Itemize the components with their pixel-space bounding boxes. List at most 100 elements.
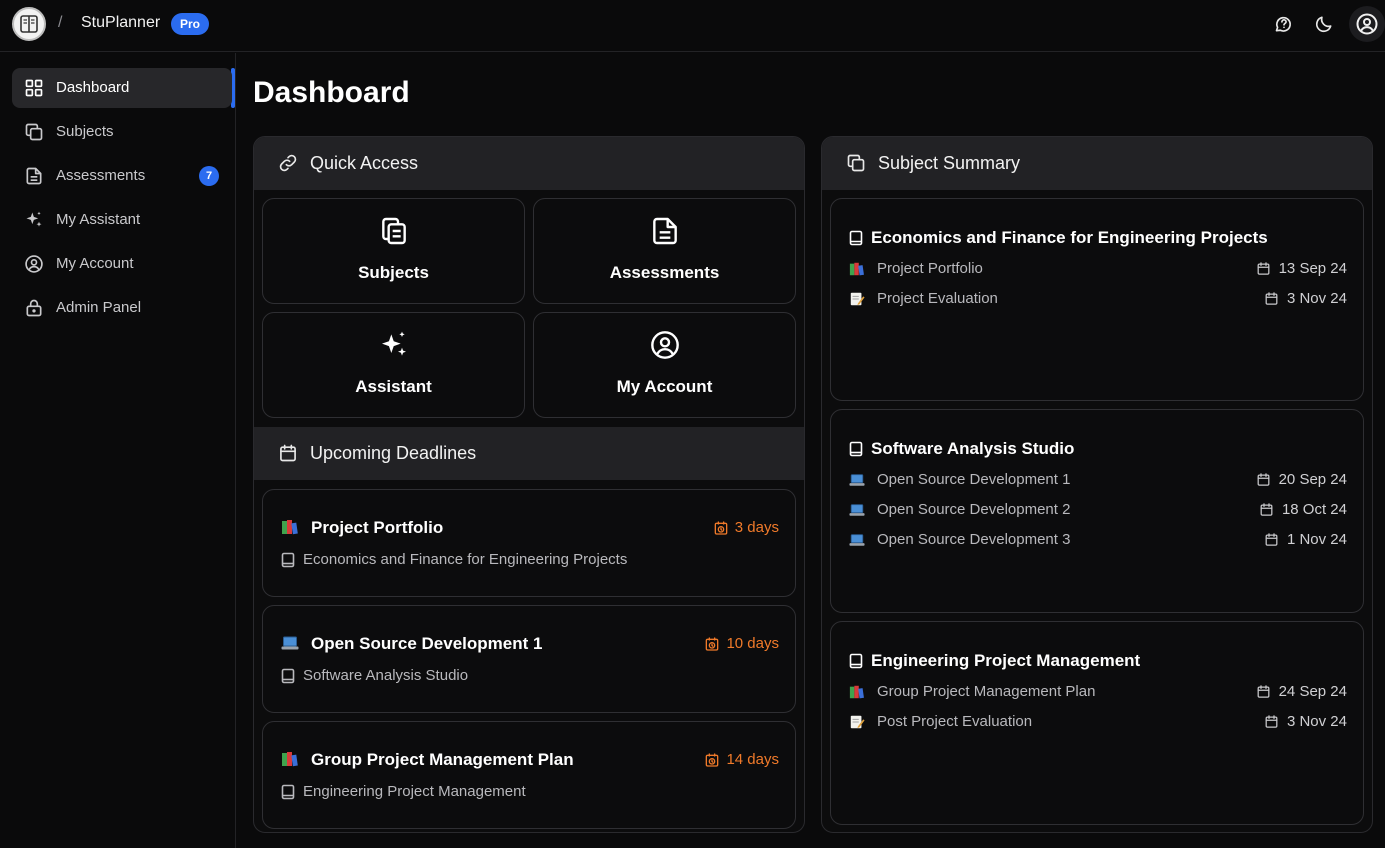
calendar-icon [1257, 685, 1270, 698]
assessment-row[interactable]: Project Portfolio 13 Sep 24 [849, 260, 1347, 280]
calendar-icon [1265, 533, 1278, 546]
date-label: 18 Oct 24 [1281, 501, 1347, 518]
calendar-icon [1265, 715, 1278, 728]
date-label: 1 Nov 24 [1286, 531, 1347, 548]
alarm-clock-icon [706, 636, 719, 651]
quick-access-title: Quick Access [310, 153, 419, 173]
calendar-icon [1265, 292, 1278, 305]
assessment-row[interactable]: Post Project Evaluation 3 Nov 24 [849, 713, 1347, 733]
memo-icon [849, 714, 865, 730]
sparkles-icon [24, 210, 44, 230]
alarm-clock-icon [714, 520, 728, 535]
sidebar-item-label: Subjects [56, 123, 114, 140]
deadline-subject: Software Analysis Studio [303, 667, 469, 684]
moon-icon[interactable] [1314, 14, 1334, 34]
subject-card[interactable]: Engineering Project Management Group Pro… [830, 621, 1364, 825]
assessment-row[interactable]: Project Evaluation 3 Nov 24 [849, 290, 1347, 310]
quick-access-my-account[interactable]: My Account [533, 312, 796, 418]
sidebar-item-label: My Account [56, 255, 134, 272]
quick-access-label: Assessments [609, 263, 720, 282]
deadline-card[interactable]: Project Portfolio 3 days Economics and F… [262, 489, 796, 597]
assessment-row[interactable]: Open Source Development 3 1 Nov 24 [849, 531, 1347, 551]
user-circle-icon [24, 254, 44, 274]
date-label: 3 Nov 24 [1286, 290, 1347, 307]
deadline-subject: Economics and Finance for Engineering Pr… [303, 551, 628, 568]
sidebar-item-my-account[interactable]: My Account [12, 244, 232, 284]
assessment-name: Open Source Development 2 [877, 501, 1071, 518]
subject-summary-title: Subject Summary [878, 153, 1021, 173]
book-icon [849, 441, 863, 457]
book-icon [849, 653, 863, 669]
memo-icon [849, 291, 865, 307]
book-logo-icon [20, 15, 38, 33]
quick-access-header: Quick Access [254, 137, 804, 190]
assessment-row[interactable]: Group Project Management Plan 24 Sep 24 [849, 683, 1347, 703]
calendar-icon [1257, 262, 1270, 275]
books-icon [281, 750, 299, 768]
due-label: 10 days [726, 635, 779, 652]
laptop-icon [849, 502, 865, 518]
user-circle-icon [649, 329, 681, 361]
quick-access-assistant[interactable]: Assistant [262, 312, 525, 418]
assessment-row[interactable]: Open Source Development 1 20 Sep 24 [849, 471, 1347, 491]
sidebar-item-subjects[interactable]: Subjects [12, 112, 232, 152]
assessment-row[interactable]: Open Source Development 2 18 Oct 24 [849, 501, 1347, 521]
sidebar-item-dashboard[interactable]: Dashboard [12, 68, 232, 108]
laptop-icon [281, 634, 299, 652]
sidebar-item-assessments[interactable]: Assessments 7 [12, 156, 232, 196]
assessment-date: 24 Sep 24 [1256, 683, 1347, 700]
due-label: 14 days [726, 751, 779, 768]
sidebar-item-label: Admin Panel [56, 299, 142, 316]
quick-access-panel: Quick Access Subjects Assessments Assist… [253, 136, 805, 833]
laptop-icon [849, 532, 865, 548]
grid-icon [24, 78, 44, 98]
assessment-name: Project Portfolio [877, 260, 983, 277]
user-circle-icon [1356, 13, 1378, 35]
assessments-count-badge: 7 [199, 166, 219, 186]
deadline-card[interactable]: Group Project Management Plan 14 days En… [262, 721, 796, 829]
copy-icon [24, 122, 44, 142]
book-icon [281, 552, 295, 568]
book-icon [281, 784, 295, 800]
deadline-due: 3 days [713, 519, 779, 536]
quick-access-label: Subjects [358, 263, 429, 282]
book-icon [849, 230, 863, 246]
copy-icon [846, 153, 866, 173]
subject-card[interactable]: Software Analysis Studio Open Source Dev… [830, 409, 1364, 613]
laptop-icon [849, 472, 865, 488]
plan-badge: Pro [171, 13, 210, 35]
sidebar-item-label: Dashboard [56, 79, 130, 96]
document-icon [649, 215, 681, 247]
subject-name: Software Analysis Studio [871, 439, 1075, 458]
page-title: Dashboard [253, 76, 410, 109]
brand-name[interactable]: StuPlanner [81, 14, 160, 32]
deadline-title: Open Source Development 1 [311, 634, 543, 653]
books-icon [281, 518, 299, 536]
subject-summary-panel: Subject Summary Economics and Finance fo… [821, 136, 1373, 833]
deadline-card[interactable]: Open Source Development 1 10 days Softwa… [262, 605, 796, 713]
assessment-date: 20 Sep 24 [1256, 471, 1347, 488]
sidebar-item-my-assistant[interactable]: My Assistant [12, 200, 232, 240]
top-bar: / StuPlanner Pro [0, 0, 1385, 52]
assessment-date: 18 Oct 24 [1259, 501, 1347, 518]
sidebar-item-label: My Assistant [56, 211, 141, 228]
quick-access-label: Assistant [355, 377, 432, 396]
assessment-name: Group Project Management Plan [877, 683, 1096, 700]
date-label: 3 Nov 24 [1286, 713, 1347, 730]
assessment-name: Open Source Development 3 [877, 531, 1071, 548]
app-logo[interactable] [12, 7, 46, 41]
deadline-title: Project Portfolio [311, 518, 444, 537]
calendar-icon [1260, 503, 1273, 516]
upcoming-deadlines-header: Upcoming Deadlines [254, 427, 804, 480]
subject-name: Engineering Project Management [871, 651, 1141, 670]
subject-card[interactable]: Economics and Finance for Engineering Pr… [830, 198, 1364, 401]
deadline-title: Group Project Management Plan [311, 750, 574, 769]
chat-icon[interactable] [1274, 14, 1294, 34]
upcoming-deadlines-title: Upcoming Deadlines [310, 443, 477, 463]
subject-name: Economics and Finance for Engineering Pr… [871, 228, 1268, 247]
quick-access-assessments[interactable]: Assessments [533, 198, 796, 304]
user-menu-button[interactable] [1349, 6, 1385, 42]
quick-access-subjects[interactable]: Subjects [262, 198, 525, 304]
due-label: 3 days [734, 519, 779, 536]
sidebar-item-admin-panel[interactable]: Admin Panel [12, 288, 232, 328]
